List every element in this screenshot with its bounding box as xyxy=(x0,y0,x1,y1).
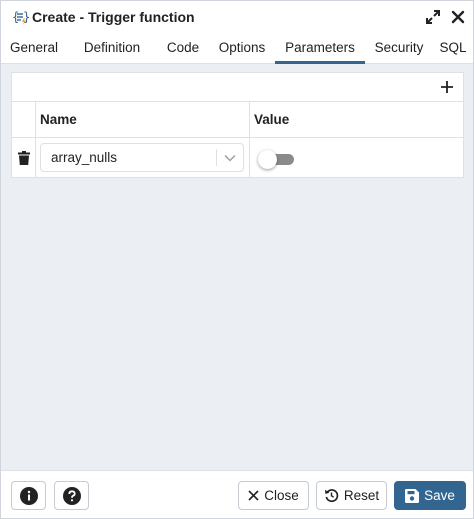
tab-label: SQL xyxy=(439,40,467,55)
tab-label: Definition xyxy=(83,40,141,55)
save-button[interactable]: Save xyxy=(394,481,466,510)
info-button[interactable] xyxy=(11,481,46,510)
info-icon xyxy=(19,486,38,505)
column-header-name: Name xyxy=(36,102,250,137)
tab-label: Options xyxy=(218,40,266,55)
reset-button-label: Reset xyxy=(343,488,380,503)
delete-row-button[interactable] xyxy=(12,138,36,177)
grid-toolbar xyxy=(12,73,463,102)
parameter-value-toggle[interactable] xyxy=(258,148,294,169)
tab-general[interactable]: General xyxy=(1,32,67,63)
reset-icon xyxy=(324,489,339,503)
tab-bar: General Definition Code Options Paramete… xyxy=(1,32,473,64)
trigger-function-icon: { } xyxy=(12,10,29,25)
close-button[interactable]: Close xyxy=(238,481,309,510)
dialog-title: Create - Trigger function xyxy=(32,8,195,25)
grid-header: Name Value xyxy=(12,102,463,138)
plus-icon xyxy=(441,81,453,93)
parameter-name-select[interactable]: array_nulls xyxy=(40,143,244,172)
help-icon xyxy=(62,486,81,505)
tab-sql[interactable]: SQL xyxy=(433,32,473,63)
trash-icon xyxy=(17,150,30,165)
dialog-footer: Close Reset Save xyxy=(1,470,473,518)
tab-security[interactable]: Security xyxy=(365,32,433,63)
tab-parameters[interactable]: Parameters xyxy=(275,32,365,64)
close-icon xyxy=(248,490,259,501)
parameter-name-value: array_nulls xyxy=(51,150,118,165)
add-parameter-button[interactable] xyxy=(437,77,457,97)
tab-content: Name Value array_nulls xyxy=(1,64,473,470)
tab-code[interactable]: Code xyxy=(157,32,209,63)
save-button-label: Save xyxy=(424,488,455,503)
toggle-knob xyxy=(258,149,277,169)
close-icon[interactable] xyxy=(451,10,465,24)
close-button-label: Close xyxy=(264,488,299,503)
tab-definition[interactable]: Definition xyxy=(67,32,157,63)
reset-button[interactable]: Reset xyxy=(316,481,387,510)
tab-options[interactable]: Options xyxy=(209,32,275,63)
expand-icon[interactable] xyxy=(425,9,441,25)
parameters-grid: Name Value array_nulls xyxy=(11,72,464,178)
tab-label: Parameters xyxy=(285,40,355,55)
chevron-down-icon[interactable] xyxy=(217,151,243,165)
name-cell: array_nulls xyxy=(36,138,250,177)
table-row: array_nulls xyxy=(12,138,463,177)
value-cell xyxy=(250,138,463,177)
tab-label: Security xyxy=(374,40,424,55)
save-icon xyxy=(405,488,420,503)
dialog-titlebar[interactable]: { } Create - Trigger function xyxy=(1,1,473,32)
header-spacer xyxy=(12,102,36,137)
column-header-value: Value xyxy=(254,112,290,127)
tab-label: General xyxy=(9,40,59,55)
trigger-function-dialog: { } Create - Trigger function xyxy=(0,0,474,519)
help-button[interactable] xyxy=(54,481,89,510)
tab-label: Code xyxy=(166,40,200,55)
